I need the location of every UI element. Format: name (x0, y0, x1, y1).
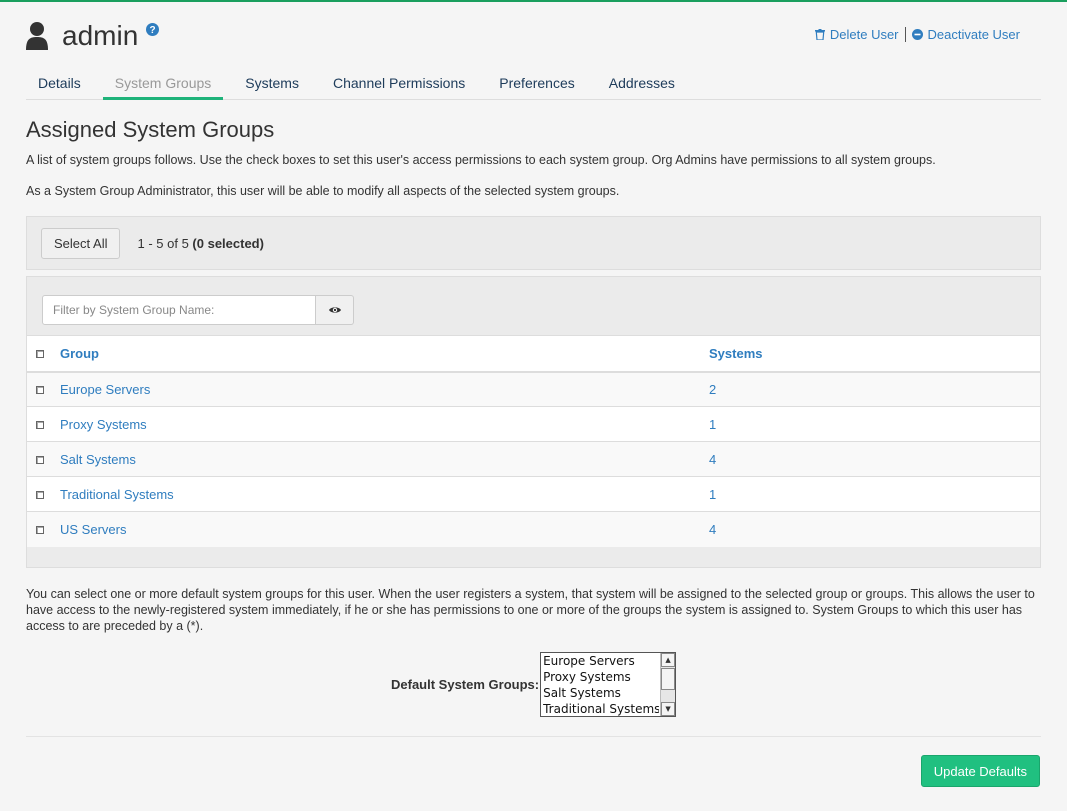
default-groups-label: Default System Groups: (391, 677, 540, 692)
system-groups-panel: Group Systems Europe Servers 2 Proxy Sys… (26, 276, 1041, 568)
select-option[interactable]: Salt Systems (541, 685, 659, 701)
deactivate-user-label: Deactivate User (927, 27, 1020, 42)
tab-channel-permissions[interactable]: Channel Permissions (321, 74, 477, 100)
help-icon[interactable]: ? (146, 22, 160, 36)
filter-input[interactable] (42, 295, 316, 325)
group-link[interactable]: Salt Systems (60, 452, 136, 467)
scroll-down-arrow-icon[interactable]: ▼ (661, 702, 676, 716)
group-link[interactable]: Traditional Systems (60, 487, 174, 502)
section-heading: Assigned System Groups (26, 117, 275, 142)
systems-count-link[interactable]: 1 (709, 417, 716, 432)
systems-count-link[interactable]: 2 (709, 382, 716, 397)
page-header: admin ? (26, 16, 160, 56)
tab-preferences[interactable]: Preferences (487, 74, 586, 100)
page-title: admin (62, 20, 139, 51)
pagination-range: 1 - 5 of 5 (137, 235, 189, 251)
table-row: Salt Systems 4 (27, 441, 1040, 477)
systems-count-link[interactable]: 4 (709, 452, 716, 467)
group-link[interactable]: Europe Servers (60, 382, 150, 397)
table-row: US Servers 4 (27, 511, 1040, 547)
systems-count-link[interactable]: 4 (709, 522, 716, 537)
default-groups-field: Default System Groups: Europe Servers Pr… (391, 652, 677, 717)
group-link[interactable]: Proxy Systems (60, 417, 147, 432)
default-groups-description: You can select one or more default syste… (26, 587, 1035, 633)
row-checkbox[interactable] (36, 420, 44, 429)
tab-bar: Details System Groups Systems Channel Pe… (26, 74, 1041, 100)
row-checkbox[interactable] (36, 455, 44, 464)
scroll-up-arrow-icon[interactable]: ▲ (661, 653, 676, 667)
select-all-checkbox[interactable] (36, 349, 44, 358)
trash-icon (814, 29, 825, 40)
filter-group (42, 295, 354, 325)
svg-text:?: ? (150, 25, 156, 36)
select-option[interactable]: Proxy Systems (541, 669, 659, 685)
listbox-scrollbar[interactable]: ▲ ▼ (660, 653, 676, 716)
pagination-info: 1 - 5 of 5 (0 selected) (137, 236, 263, 251)
action-separator (904, 27, 906, 42)
minus-circle-icon (911, 29, 923, 40)
list-toolbar: Select All 1 - 5 of 5 (0 selected) (26, 216, 1041, 270)
section-description: A list of system groups follows. Use the… (26, 153, 936, 167)
select-all-button[interactable]: Select All (41, 227, 121, 259)
deactivate-user-link[interactable]: Deactivate User (911, 27, 1020, 42)
admin-note: As a System Group Administrator, this us… (26, 184, 620, 198)
eye-icon (328, 307, 341, 313)
scrollbar-thumb[interactable] (661, 668, 676, 690)
row-checkbox[interactable] (36, 525, 44, 534)
tab-systems[interactable]: Systems (233, 74, 311, 100)
select-option[interactable]: Europe Servers (541, 653, 659, 669)
table-row: Traditional Systems 1 (27, 476, 1040, 512)
table-header-row: Group Systems (27, 335, 1040, 373)
delete-user-link[interactable]: Delete User (814, 27, 899, 42)
filter-button[interactable] (316, 295, 354, 325)
row-checkbox[interactable] (36, 490, 44, 499)
delete-user-label: Delete User (829, 27, 899, 42)
form-divider (26, 736, 1041, 737)
group-link[interactable]: US Servers (60, 522, 126, 537)
default-groups-select[interactable]: Europe Servers Proxy Systems Salt System… (540, 652, 677, 717)
header-actions: Delete User Deactivate User (814, 27, 1020, 42)
tab-details[interactable]: Details (26, 74, 93, 100)
table-row: Proxy Systems 1 (27, 406, 1040, 442)
row-checkbox[interactable] (36, 385, 44, 394)
column-header-systems[interactable]: Systems (709, 335, 1040, 373)
select-option[interactable]: Traditional Systems (541, 701, 659, 717)
systems-count-link[interactable]: 1 (709, 487, 716, 502)
column-header-group[interactable]: Group (60, 335, 709, 373)
tab-system-groups[interactable]: System Groups (102, 74, 224, 100)
tab-addresses[interactable]: Addresses (597, 74, 687, 100)
user-icon (26, 22, 48, 50)
selected-count: (0 selected) (192, 235, 264, 251)
system-groups-table: Group Systems Europe Servers 2 Proxy Sys… (27, 335, 1040, 547)
update-defaults-button[interactable]: Update Defaults (920, 755, 1040, 787)
table-row: Europe Servers 2 (27, 371, 1040, 407)
